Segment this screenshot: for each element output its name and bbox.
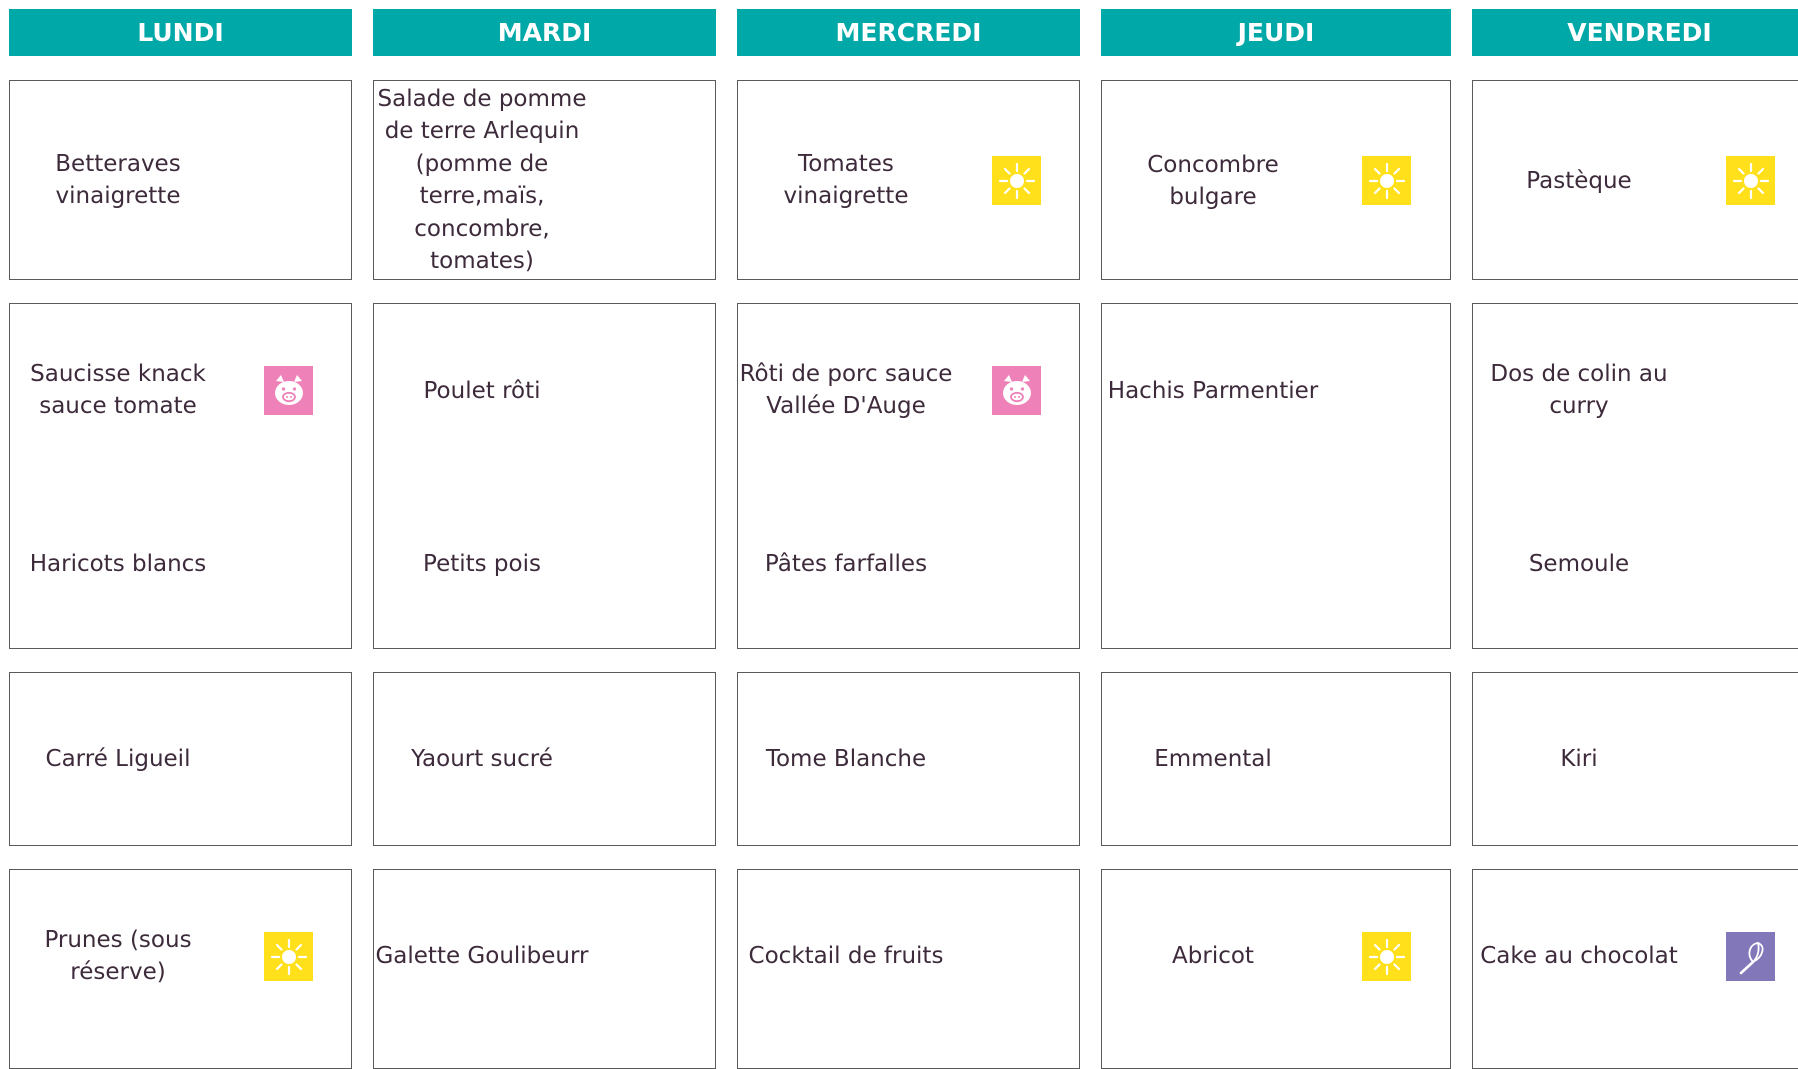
entree-mardi: Salade de pomme de terre Arlequin (pomme… [377, 85, 587, 275]
sun-icon [1362, 932, 1411, 981]
plat-vendredi: Dos de colin au curry [1490, 360, 1668, 420]
sun-icon [1362, 156, 1411, 205]
plat-cell-mardi [373, 303, 716, 649]
entree-mercredi: Tomates vinaigrette [783, 150, 909, 210]
fromage-mardi: Yaourt sucré [411, 745, 553, 772]
pig-icon [264, 366, 313, 415]
fromage-jeudi: Emmental [1154, 745, 1272, 772]
day-header-jeudi: JEUDI [1101, 9, 1451, 56]
plat-jeudi: Hachis Parmentier [1107, 377, 1319, 404]
plat-mardi: Poulet rôti [423, 377, 541, 404]
accompagnement-vendredi: Semoule [1528, 550, 1630, 577]
fromage-mercredi: Tome Blanche [765, 745, 927, 772]
entree-vendredi: Pastèque [1526, 167, 1632, 194]
accompagnement-mardi: Petits pois [423, 550, 541, 577]
sun-icon [992, 156, 1041, 205]
plat-mercredi: Rôti de porc sauce Vallée D'Auge [739, 360, 953, 420]
day-header-mercredi: MERCREDI [737, 9, 1080, 56]
whisk-icon [1726, 932, 1775, 981]
accompagnement-mercredi: Pâtes farfalles [764, 550, 928, 577]
plat-lundi: Saucisse knack sauce tomate [30, 360, 206, 420]
fromage-lundi: Carré Ligueil [45, 745, 191, 772]
accompagnement-lundi: Haricots blancs [29, 550, 207, 577]
entree-jeudi: Concombre bulgare [1147, 151, 1279, 211]
dessert-lundi: Prunes (sous réserve) [44, 926, 192, 986]
day-header-lundi: LUNDI [9, 9, 352, 56]
plat-cell-jeudi [1101, 303, 1451, 649]
entree-lundi: Betteraves vinaigrette [55, 150, 181, 210]
dessert-mardi: Galette Goulibeurr [375, 942, 589, 969]
dessert-mercredi: Cocktail de fruits [748, 942, 944, 969]
dessert-vendredi: Cake au chocolat [1480, 942, 1678, 969]
sun-icon [1726, 156, 1775, 205]
dessert-jeudi: Abricot [1172, 942, 1254, 969]
fromage-vendredi: Kiri [1560, 745, 1598, 772]
day-header-vendredi: VENDREDI [1472, 9, 1798, 56]
day-header-mardi: MARDI [373, 9, 716, 56]
sun-icon [264, 932, 313, 981]
pig-icon [992, 366, 1041, 415]
